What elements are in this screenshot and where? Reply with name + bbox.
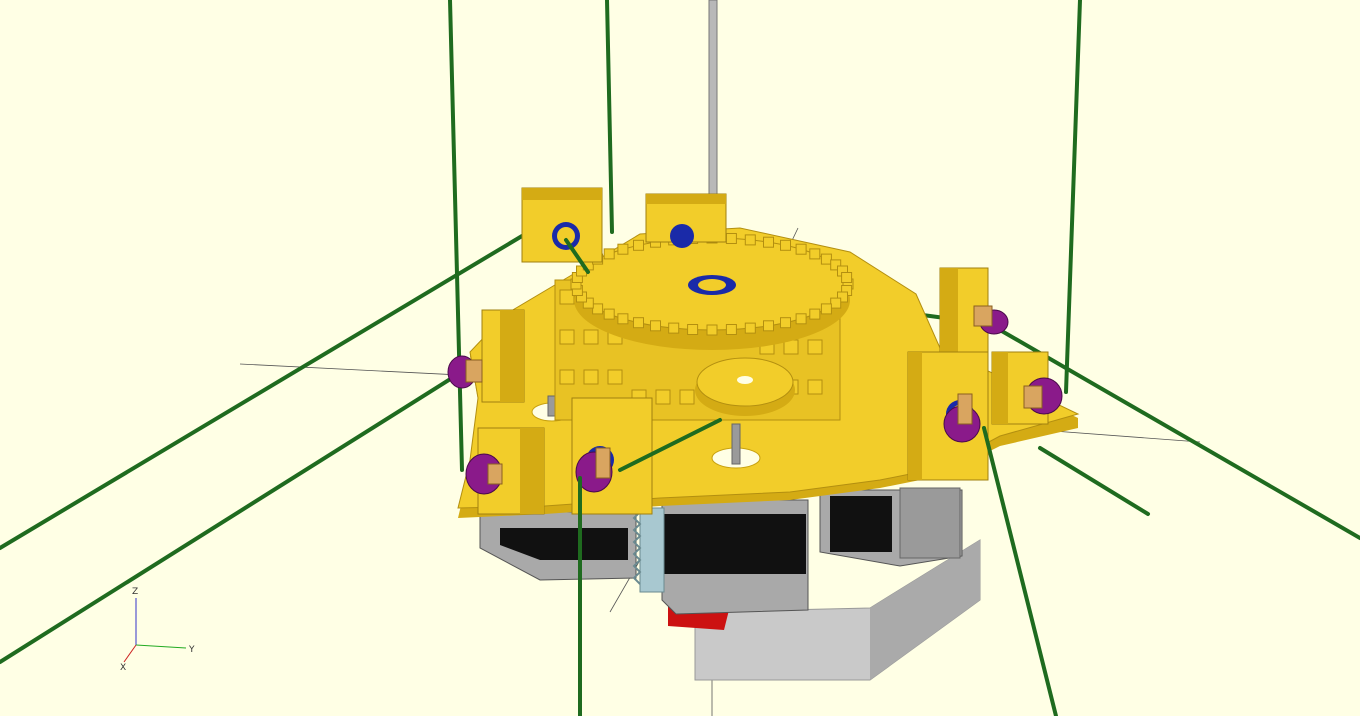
- gear-tooth: [795, 313, 807, 325]
- gear-tooth: [830, 297, 842, 309]
- gear-tooth: [763, 320, 774, 332]
- axis-y-line: [135, 644, 187, 649]
- model-render: Z Y X: [0, 0, 1360, 716]
- gear-tooth: [763, 236, 774, 248]
- axis-z-label: Z: [132, 587, 138, 597]
- 3d-viewport[interactable]: Z Y X: [0, 0, 1360, 716]
- gear-tooth: [650, 320, 661, 332]
- axis-x-label: X: [120, 663, 126, 673]
- stepper-motor-center: [661, 499, 809, 615]
- gear-tooth: [617, 313, 629, 325]
- axis-gizmo: Z Y X: [120, 587, 195, 673]
- gear-tooth: [780, 239, 791, 251]
- bracket-back-right: [645, 193, 727, 248]
- stepper-motor-left: [479, 511, 637, 581]
- gear-tooth: [706, 324, 718, 336]
- rack-gear: [632, 507, 665, 593]
- axis-x-line: [123, 644, 137, 663]
- gear-tooth: [603, 248, 615, 260]
- gear-tooth: [725, 324, 737, 335]
- gear-tooth: [668, 322, 680, 334]
- small-gear: [695, 357, 795, 416]
- gear-tooth: [780, 317, 791, 329]
- gear-tooth: [744, 322, 756, 334]
- gear-tooth: [809, 308, 821, 320]
- gear-tooth: [633, 239, 644, 251]
- gear-tooth: [617, 243, 629, 255]
- gear-tooth: [633, 317, 644, 329]
- gear-tooth: [820, 303, 832, 315]
- gear-tooth: [603, 308, 615, 320]
- stepper-motor-right: [819, 487, 963, 567]
- gear-tooth: [795, 243, 807, 255]
- gear-tooth: [841, 272, 853, 283]
- gear-tooth: [725, 233, 737, 244]
- gear-tooth: [687, 324, 699, 335]
- gear-tooth: [592, 303, 604, 315]
- top-gear: [570, 232, 854, 350]
- gear-tooth: [744, 234, 756, 246]
- bracket-back-left: [521, 187, 603, 263]
- gear-tooth: [820, 253, 832, 265]
- bracket-left: [481, 309, 525, 403]
- gear-tooth: [809, 248, 821, 260]
- axis-y-label: Y: [188, 645, 195, 655]
